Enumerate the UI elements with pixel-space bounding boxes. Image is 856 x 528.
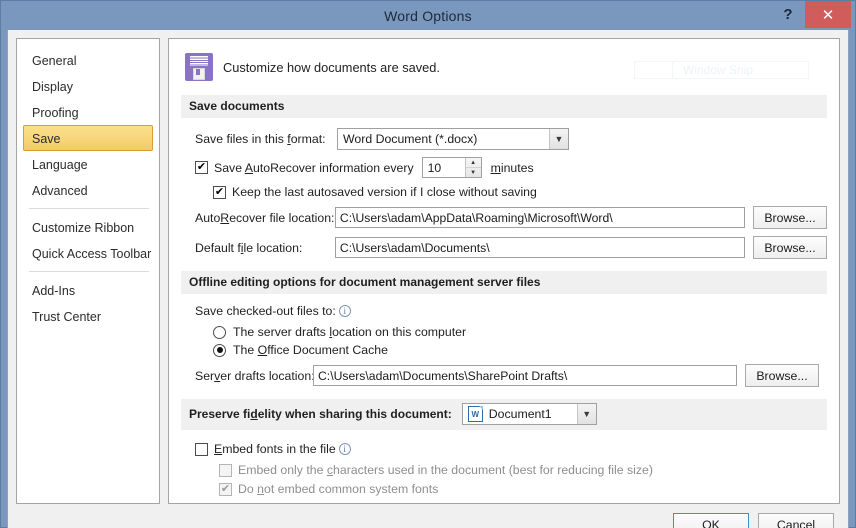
embed-fonts-label: Embed fonts in the file: [214, 442, 336, 456]
word-document-icon: W: [467, 406, 483, 422]
preserve-fidelity-label: Preserve fidelity when sharing this docu…: [189, 407, 452, 421]
chevron-down-icon[interactable]: ▼: [549, 129, 568, 149]
sidebar-item-quick-access-toolbar[interactable]: Quick Access Toolbar: [23, 240, 153, 266]
sidebar-item-display[interactable]: Display: [23, 73, 153, 99]
category-sidebar: General Display Proofing Save Language A…: [16, 38, 160, 504]
sidebar-separator-2: [29, 271, 149, 272]
section-offline-editing-title: Offline editing options for document man…: [181, 271, 827, 294]
autorecover-minutes-stepper[interactable]: 10 ▲ ▼: [421, 157, 482, 178]
window-snip-overlay: Window Snip: [634, 61, 809, 79]
dialog-panes: General Display Proofing Save Language A…: [8, 30, 848, 504]
window-title: Word Options: [384, 7, 472, 24]
save-format-label: Save files in this format:: [195, 132, 326, 146]
browse-server-drafts-button[interactable]: Browse...: [745, 364, 819, 387]
stepper-up-icon[interactable]: ▲: [465, 158, 481, 168]
autorecover-location-value: C:\Users\adam\AppData\Roaming\Microsoft\…: [339, 210, 613, 225]
embed-characters-checkbox: [219, 463, 232, 477]
row-keep-last-autosaved: ✔ Keep the last autosaved version if I c…: [213, 185, 827, 199]
no-embed-common-fonts-label: Do not embed common system fonts: [238, 482, 439, 496]
browse-default-location-button[interactable]: Browse...: [753, 236, 827, 259]
preserve-fidelity-document-combo[interactable]: W Document1 ▼: [461, 403, 597, 425]
embed-characters-label: Embed only the characters used in the do…: [238, 463, 653, 477]
row-autorecover: ✔ Save AutoRecover information every 10 …: [195, 157, 827, 178]
info-icon-checked-out[interactable]: i: [338, 305, 351, 317]
no-embed-common-fonts-checkbox: ✔: [219, 482, 232, 496]
default-location-value: C:\Users\adam\Documents\: [339, 240, 490, 255]
dialog-body: General Display Proofing Save Language A…: [7, 30, 849, 528]
save-options-panel: Customize how documents are saved. Save …: [168, 38, 840, 504]
chevron-down-icon[interactable]: ▼: [576, 404, 596, 424]
embed-fonts-checkbox[interactable]: [195, 442, 208, 456]
sidebar-separator-1: [29, 208, 149, 209]
row-no-embed-common-fonts: ✔ Do not embed common system fonts: [219, 482, 827, 496]
save-floppy-icon: [185, 53, 213, 81]
autorecover-location-label: AutoRecover file location:: [195, 210, 335, 225]
sidebar-item-general[interactable]: General: [23, 47, 153, 73]
sidebar-item-proofing[interactable]: Proofing: [23, 99, 153, 125]
server-drafts-location-label: Server drafts location:: [195, 368, 315, 383]
panel-header-text: Customize how documents are saved.: [223, 59, 440, 75]
save-format-value: Word Document (*.docx): [343, 132, 478, 146]
row-autorecover-location: AutoRecover file location: C:\Users\adam…: [195, 206, 827, 229]
keep-last-autosaved-checkbox[interactable]: ✔: [213, 185, 226, 199]
row-embed-characters: Embed only the characters used in the do…: [219, 463, 827, 477]
row-server-drafts-location: Server drafts location: C:\Users\adam\Do…: [195, 364, 827, 387]
radio-office-cache-label: The Office Document Cache: [233, 343, 388, 357]
autorecover-minutes-value: 10: [427, 160, 442, 175]
window-controls: ? ✕: [771, 1, 851, 28]
ok-button[interactable]: OK: [673, 513, 749, 528]
default-location-label: Default file location:: [195, 240, 303, 255]
info-icon-embed-fonts[interactable]: i: [338, 443, 351, 455]
autorecover-location-input[interactable]: C:\Users\adam\AppData\Roaming\Microsoft\…: [334, 207, 745, 228]
sidebar-item-add-ins[interactable]: Add-Ins: [23, 277, 153, 303]
autorecover-label: Save AutoRecover information every: [214, 160, 414, 175]
checked-out-files-label: Save checked-out files to:: [195, 304, 336, 318]
title-bar: Word Options ? ✕: [1, 1, 855, 30]
sidebar-item-customize-ribbon[interactable]: Customize Ribbon: [23, 214, 153, 240]
section-preserve-fidelity: Preserve fidelity when sharing this docu…: [181, 399, 827, 430]
close-icon[interactable]: ✕: [805, 1, 851, 28]
sidebar-item-language[interactable]: Language: [23, 151, 153, 177]
server-drafts-location-input[interactable]: C:\Users\adam\Documents\SharePoint Draft…: [313, 365, 737, 386]
word-options-dialog: Word Options ? ✕ General Display Proofin…: [0, 0, 856, 528]
minutes-label: minutes: [490, 160, 534, 175]
stepper-buttons[interactable]: ▲ ▼: [464, 158, 481, 177]
row-radio-server-drafts: The server drafts location on this compu…: [213, 325, 827, 339]
section-save-documents-title: Save documents: [181, 95, 827, 118]
sidebar-item-advanced[interactable]: Advanced: [23, 177, 153, 203]
radio-office-document-cache[interactable]: [213, 343, 226, 357]
cancel-button[interactable]: Cancel: [758, 513, 834, 528]
radio-server-drafts-label: The server drafts location on this compu…: [233, 325, 467, 339]
server-drafts-location-value: C:\Users\adam\Documents\SharePoint Draft…: [318, 368, 568, 383]
window-snip-label: Window Snip: [683, 63, 754, 77]
row-checked-out-files: Save checked-out files to: i: [195, 304, 827, 318]
row-default-location: Default file location: C:\Users\adam\Doc…: [195, 236, 827, 259]
sidebar-item-save[interactable]: Save: [23, 125, 153, 151]
keep-last-autosaved-label: Keep the last autosaved version if I clo…: [232, 185, 537, 199]
help-icon[interactable]: ?: [771, 1, 805, 28]
preserve-fidelity-document-value: Document1: [488, 407, 552, 421]
autorecover-checkbox[interactable]: ✔: [195, 161, 208, 174]
default-location-input[interactable]: C:\Users\adam\Documents\: [334, 237, 745, 258]
radio-server-drafts[interactable]: [213, 325, 226, 339]
sidebar-item-trust-center[interactable]: Trust Center: [23, 303, 153, 329]
dialog-footer: OK Cancel: [8, 504, 848, 528]
browse-autorecover-button[interactable]: Browse...: [753, 206, 827, 229]
row-radio-office-cache: The Office Document Cache: [213, 343, 827, 357]
save-format-combo[interactable]: Word Document (*.docx) ▼: [337, 128, 569, 150]
stepper-down-icon[interactable]: ▼: [466, 168, 481, 177]
row-save-format: Save files in this format: Word Document…: [195, 128, 827, 150]
row-embed-fonts: Embed fonts in the file i: [195, 442, 827, 456]
